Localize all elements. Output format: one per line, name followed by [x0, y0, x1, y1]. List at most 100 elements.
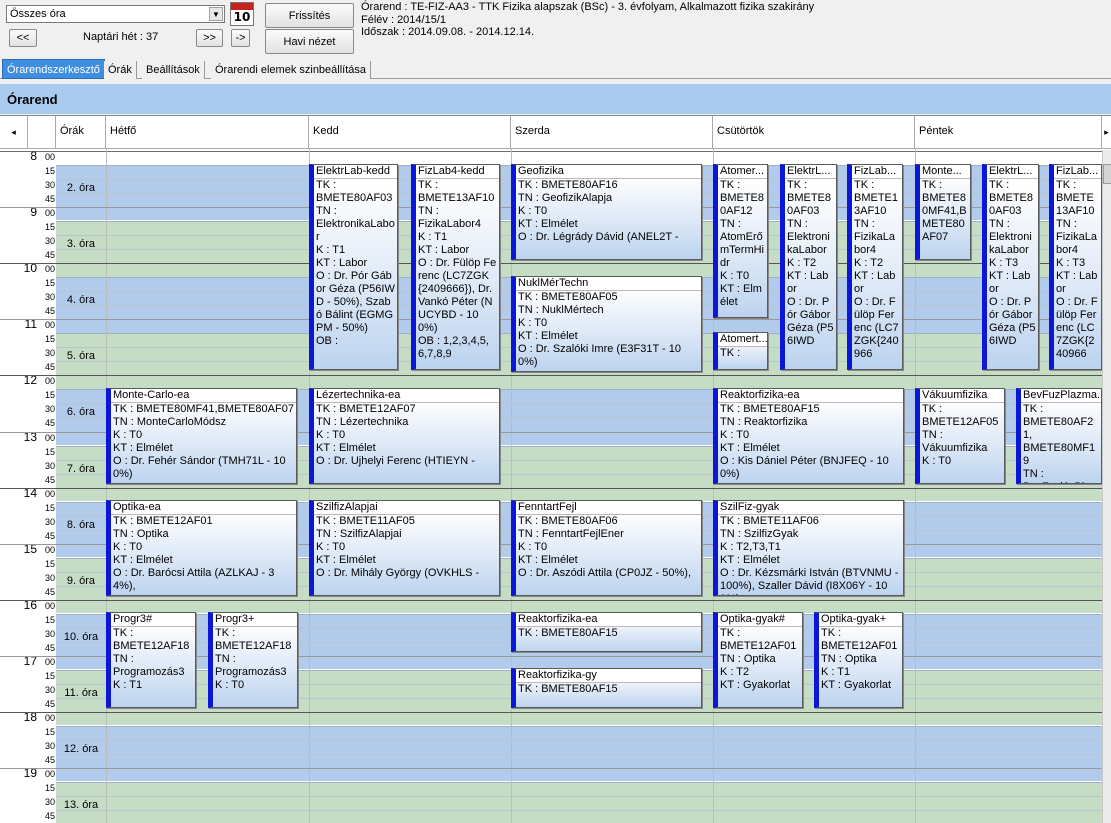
prev-week-button[interactable]: <<: [9, 29, 37, 47]
quarter-label: 30: [44, 348, 55, 359]
event-title: Reaktorfizika-ea: [718, 389, 903, 403]
timetable-event[interactable]: SzilFiz-gyak TK : BMETE11AF06 TN : Szilfiz…: [713, 500, 904, 596]
quarter-label: 00: [44, 208, 55, 219]
event-detail-line: TK :: [821, 627, 842, 639]
event-detail-line: TK :: [720, 627, 741, 639]
timetable-event[interactable]: ElektrL... TK : BMETE80AF03 TN : Elektronika…: [780, 164, 837, 370]
event-title: Atomer...: [718, 165, 767, 179]
tab-timetable-editor[interactable]: Órarendszerkesztő: [2, 59, 105, 79]
chevron-down-icon[interactable]: ▼: [209, 7, 223, 21]
event-title: Atomert...: [718, 333, 767, 347]
tab-color-settings[interactable]: Órarendi elemek szinbeállítása: [211, 61, 372, 79]
event-detail-line: K : T1: [418, 231, 448, 243]
event-detail-line: KT : Elmélet: [518, 330, 578, 342]
scroll-left-icon[interactable]: ◂: [0, 116, 28, 149]
event-body: TK : BMETE13AF10 TN : FizikaLabor4 K : T1 KT …: [416, 179, 499, 361]
timetable-event[interactable]: Vákuumfizika TK : BMETE12AF05 TN : Vákuumfiz…: [915, 388, 1005, 484]
quarter-label: 00: [44, 432, 55, 443]
event-detail-line: K : T0: [316, 429, 346, 441]
event-detail-line: K : T2: [787, 257, 817, 269]
event-detail-line: TN : Optika: [113, 528, 169, 540]
timetable-event[interactable]: FizLab... TK : BMETE13AF10 TN : FizikaLabor4…: [847, 164, 903, 370]
event-detail-line: K : T0: [113, 541, 143, 553]
event-detail-line: BMETE80AF03: [316, 192, 393, 204]
event-detail-line: TN :: [316, 205, 337, 217]
timetable-event[interactable]: Monte-Carlo-ea TK : BMETE80MF41,BMETE80AF…: [106, 388, 297, 484]
scrollbar-thumb[interactable]: [1103, 164, 1111, 184]
timetable-event[interactable]: NuklMérTechn TK : BMETE80AF05 TN : NuklMér…: [511, 276, 702, 372]
event-body: TK :: [718, 347, 767, 360]
timetable-event[interactable]: FizLab4-kedd TK : BMETE13AF10 TN : FizikaLab…: [411, 164, 500, 370]
event-body: TK : BMETE80AF16 TN : GeofizikAlapja K : T…: [516, 179, 701, 244]
timetable-event[interactable]: Monte... TK : BMETE80MF41,BMETE80AF07: [915, 164, 971, 260]
next-week-button[interactable]: >>: [196, 29, 223, 47]
event-detail-line: TK :: [922, 403, 943, 415]
timetable-event[interactable]: Optika-gyak# TK : BMETE12AF01 TN : Optika K …: [713, 612, 803, 708]
timetable-event[interactable]: Atomer... TK : BMETE80AF12 TN : AtomErőmTerm…: [713, 164, 768, 318]
timetable-event[interactable]: ElektrLab-kedd TK : BMETE80AF03 TN : Elektro…: [309, 164, 398, 370]
event-detail-line: TK : BMETE12AF01: [113, 515, 213, 527]
event-title: Optika-gyak#: [718, 613, 802, 627]
event-detail-line: BevFuziósPlazm: [1023, 481, 1099, 483]
day-header-friday: Péntek: [915, 116, 1102, 149]
refresh-button[interactable]: Frissítés: [265, 3, 354, 28]
quarter-label: 15: [44, 222, 55, 233]
quarter-label: 15: [44, 166, 55, 177]
lesson-slot-label: 10. óra: [63, 630, 99, 643]
tab-settings[interactable]: Beállítások: [142, 61, 205, 79]
quarter-label: 15: [44, 502, 55, 513]
vertical-scrollbar[interactable]: [1102, 150, 1111, 823]
event-body: TK : BMETE13AF10 TN : FizikaLabor4 K : T3 KT …: [1054, 179, 1101, 361]
quarter-label: 00: [44, 264, 55, 275]
timetable-event[interactable]: Reaktorfizika-ea TK : BMETE80AF15 TN : Rea…: [713, 388, 904, 484]
timetable-event[interactable]: ElektrL... TK : BMETE80AF03 TN : Elektronika…: [982, 164, 1039, 370]
timetable-event[interactable]: Optika-ea TK : BMETE12AF01 TN : Optika K : …: [106, 500, 297, 596]
event-body: TK : BMETE12AF07 TN : Lézertechnika K : T0…: [314, 403, 499, 468]
lesson-filter-select[interactable]: Összes óra ▼: [6, 5, 225, 23]
quarter-label: 45: [44, 306, 55, 317]
event-title: Optika-ea: [111, 501, 296, 515]
timetable-event[interactable]: SzilfizAlapjai TK : BMETE11AF05 TN : Szilf…: [309, 500, 500, 596]
event-detail-line: O : Dr. Ujhelyi Ferenc (HTIEYN -: [316, 455, 475, 467]
day-header-monday: Hétfő: [106, 116, 309, 149]
event-detail-line: TN : Optika: [720, 653, 776, 665]
calendar-icon[interactable]: 10: [230, 2, 254, 26]
timetable-event[interactable]: Progr3+ TK : BMETE12AF18 TN : Programozás3 K …: [208, 612, 298, 708]
quarter-label: 15: [44, 558, 55, 569]
timetable-window: Összes óra ▼ 10 << Naptári hét : 37 >> -…: [0, 0, 1111, 823]
timetable-event[interactable]: Progr3# TK : BMETE12AF18 TN : Programozás3 K …: [106, 612, 196, 708]
event-title: Vákuumfizika: [920, 389, 1004, 403]
tab-lessons[interactable]: Órák: [104, 61, 137, 79]
timetable-info: Órarend : TE-FIZ-AA3 - TTK Fizika alapsz…: [361, 1, 815, 13]
quarter-label: 30: [44, 292, 55, 303]
event-detail-line: O : Dr. Szalóki Imre (E3F31T - 100%): [518, 343, 682, 368]
event-detail-line: KT : Gyakorlat: [821, 679, 892, 691]
timetable-event[interactable]: Optika-gyak+ TK : BMETE12AF01 TN : Optika K …: [814, 612, 903, 708]
lesson-slot-label: 3. óra: [66, 238, 96, 251]
event-detail-line: K : T2,T3,T1: [720, 541, 781, 553]
timetable-event[interactable]: Geofizika TK : BMETE80AF16 TN : GeofizikAl…: [511, 164, 702, 260]
event-detail-line: O : Dr. Pór Gábor Géza (P56IWD - 50%), S…: [316, 270, 395, 334]
event-detail-line: O : Dr. Pór Gábor Géza (P56IWD: [787, 296, 834, 347]
timetable-event[interactable]: FizLab... TK : BMETE13AF10 TN : FizikaLabor4…: [1049, 164, 1102, 370]
event-title: SzilfizAlapjai: [314, 501, 499, 515]
timetable-event[interactable]: Lézertechnika-ea TK : BMETE12AF07 TN : Léz…: [309, 388, 500, 484]
event-detail-line: O : Dr. Fehér Sándor (TMH71L - 100%): [113, 455, 286, 480]
timetable-event[interactable]: Reaktorfizika-ea TK : BMETE80AF15: [511, 612, 702, 652]
timetable-event[interactable]: BevFuzPlazma... TK : BMETE80AF21, BMETE80MF…: [1016, 388, 1102, 484]
scroll-right-icon[interactable]: ▸: [1102, 116, 1111, 149]
quarter-label: 15: [44, 390, 55, 401]
event-detail-line: K : T0: [113, 429, 143, 441]
month-view-button[interactable]: Havi nézet: [265, 29, 354, 54]
timetable-event[interactable]: Reaktorfizika-gy TK : BMETE80AF15: [511, 668, 702, 708]
next-small-button[interactable]: ->: [231, 29, 250, 47]
event-detail-line: KT : Gyakorlat: [720, 679, 791, 691]
event-detail-line: KT : Labor: [1056, 270, 1098, 295]
timetable-event[interactable]: FenntartFejl TK : BMETE80AF06 TN : Fenntar…: [511, 500, 702, 596]
event-detail-line: KT : Elmélet: [720, 283, 762, 308]
event-body: TK : BMETE11AF05 TN : SzilfizAlapjai K : T…: [314, 515, 499, 580]
timetable-event[interactable]: Atomert... TK :: [713, 332, 768, 370]
event-detail-line: TN : MonteCarloMódsz: [113, 416, 227, 428]
event-title: FizLab...: [852, 165, 902, 179]
hour-divider: [0, 151, 1102, 152]
